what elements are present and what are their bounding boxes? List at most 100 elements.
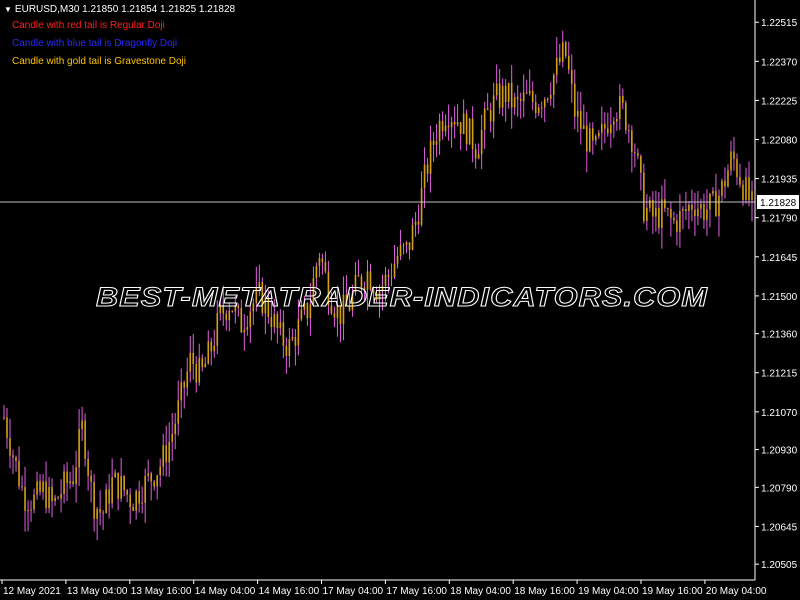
candle-body — [462, 113, 465, 135]
candle-body — [66, 471, 68, 484]
candle-body — [652, 200, 654, 217]
candle-body — [667, 208, 669, 210]
candle-body — [718, 195, 720, 217]
candle-body — [78, 429, 80, 468]
candle-body — [57, 497, 59, 499]
candle-body — [597, 132, 600, 137]
candle-body — [189, 352, 192, 372]
candle-body — [628, 130, 630, 132]
candle-body — [471, 118, 474, 150]
candle-body — [18, 460, 20, 487]
candle-body — [273, 314, 276, 328]
candle-body — [700, 204, 702, 209]
candle-body — [153, 481, 156, 487]
candle-body — [297, 319, 300, 346]
candle-body — [444, 125, 447, 132]
candle-body — [168, 441, 171, 463]
candle-body — [9, 437, 11, 456]
candle-body — [63, 471, 65, 494]
candle-body — [585, 125, 588, 152]
candle-body — [45, 481, 47, 509]
time-tick-label: 18 May 04:00 — [450, 586, 511, 597]
price-tick-label: 1.21935 — [761, 175, 798, 186]
candle-body — [42, 481, 44, 493]
candle-body — [676, 220, 678, 232]
candle-body — [84, 420, 86, 459]
price-chart[interactable]: 1.22515 1.22370 1.22225 1.22080 1.21935 1.217… — [0, 0, 800, 600]
candle-body — [393, 263, 396, 277]
candle-body — [15, 457, 17, 461]
candle-body — [126, 490, 128, 495]
candle-body — [171, 433, 174, 442]
candle-body — [291, 337, 294, 340]
candle-body — [504, 85, 507, 102]
candle-body — [12, 455, 14, 458]
candle-body — [594, 136, 597, 141]
candle-body — [39, 481, 41, 493]
candle-body — [474, 149, 477, 159]
candle-body — [135, 491, 137, 511]
candle-body — [195, 364, 198, 383]
candle-body — [456, 122, 459, 125]
candle-body — [528, 90, 531, 94]
candle-body — [162, 445, 165, 467]
candle-body — [276, 314, 279, 329]
time-tick-label: 12 May 2021 — [3, 586, 61, 597]
candle-body — [423, 164, 426, 188]
candle-body — [567, 55, 570, 70]
candle-body — [246, 327, 249, 330]
candle-body — [120, 476, 122, 499]
candle-body — [114, 472, 116, 478]
candle-body — [435, 141, 438, 145]
price-axis: 1.22515 1.22370 1.22225 1.22080 1.21935 1.217… — [755, 18, 798, 571]
candle-body — [177, 400, 180, 424]
candle-body — [573, 83, 576, 117]
candle-body — [411, 224, 414, 250]
candle-body — [733, 151, 735, 159]
candle-body — [588, 128, 591, 152]
time-tick-label: 19 May 04:00 — [578, 586, 639, 597]
candle-body — [546, 98, 549, 100]
candle-body — [192, 352, 195, 365]
watermark: BEST-METATRADER-INDICATORS.COM — [96, 282, 708, 312]
candle-body — [357, 274, 360, 277]
candle-body — [3, 417, 5, 419]
candle-body — [453, 121, 456, 125]
candle-body — [712, 190, 714, 194]
candle-body — [81, 420, 83, 430]
price-tick-label: 1.20790 — [761, 483, 798, 494]
candle-body — [739, 177, 741, 185]
candle-body — [294, 337, 297, 346]
candle-body — [501, 85, 504, 108]
candle-body — [147, 473, 149, 476]
candle-body — [468, 118, 471, 145]
candle-body — [610, 124, 612, 134]
candle-body — [96, 508, 98, 519]
candle-body — [204, 363, 207, 368]
candle-body — [90, 475, 92, 482]
candle-body — [543, 99, 546, 108]
price-tick-label: 1.21645 — [761, 253, 798, 264]
candle-body — [522, 92, 525, 102]
chart-window: { "header": { "symbol_line": "EURUSD,M30… — [0, 0, 800, 600]
candle-body — [561, 42, 564, 63]
candle-body — [99, 508, 101, 513]
candle-body — [495, 83, 498, 96]
candle-body — [721, 180, 723, 196]
price-tick-label: 1.22370 — [761, 57, 798, 68]
candle-body — [510, 82, 513, 108]
candle-body — [117, 472, 119, 499]
candle-body — [646, 207, 648, 222]
candle-body — [600, 123, 603, 133]
candle-body — [21, 486, 23, 488]
candle-body — [441, 120, 444, 132]
candle-body — [279, 322, 282, 329]
candle-body — [736, 158, 738, 178]
candle-body — [27, 510, 29, 512]
candle-body — [24, 487, 26, 511]
candle-body — [531, 90, 534, 102]
candle-body — [129, 494, 131, 508]
candle-body — [516, 97, 519, 100]
candle-body — [402, 244, 405, 246]
candle-body — [552, 74, 555, 95]
